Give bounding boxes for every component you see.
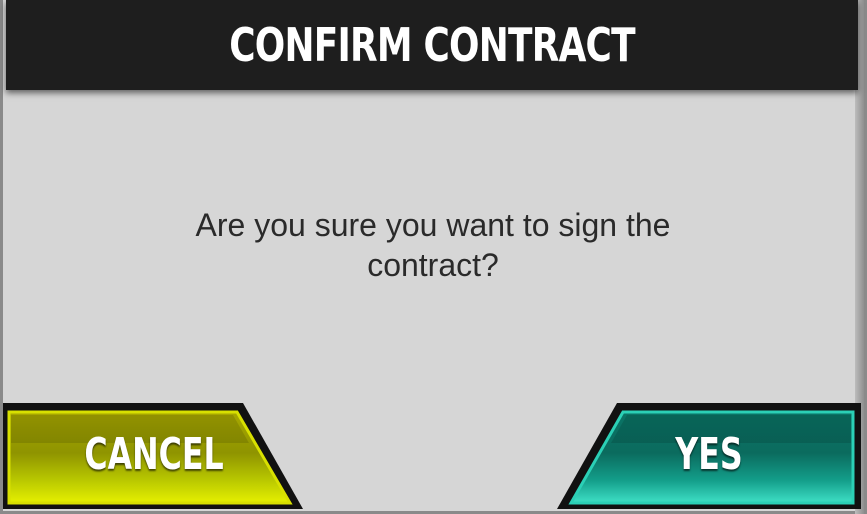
dialog-header: CONFIRM CONTRACT: [6, 0, 858, 90]
cancel-button-label: CANCEL: [84, 429, 224, 480]
yes-button[interactable]: YES: [557, 403, 861, 509]
cancel-button[interactable]: CANCEL: [3, 403, 305, 509]
dialog-title: CONFIRM CONTRACT: [229, 18, 635, 72]
yes-button-label: YES: [675, 429, 743, 480]
confirm-dialog: CONFIRM CONTRACT Are you sure you want t…: [0, 0, 867, 514]
dialog-message: Are you sure you want to sign the contra…: [195, 207, 671, 283]
